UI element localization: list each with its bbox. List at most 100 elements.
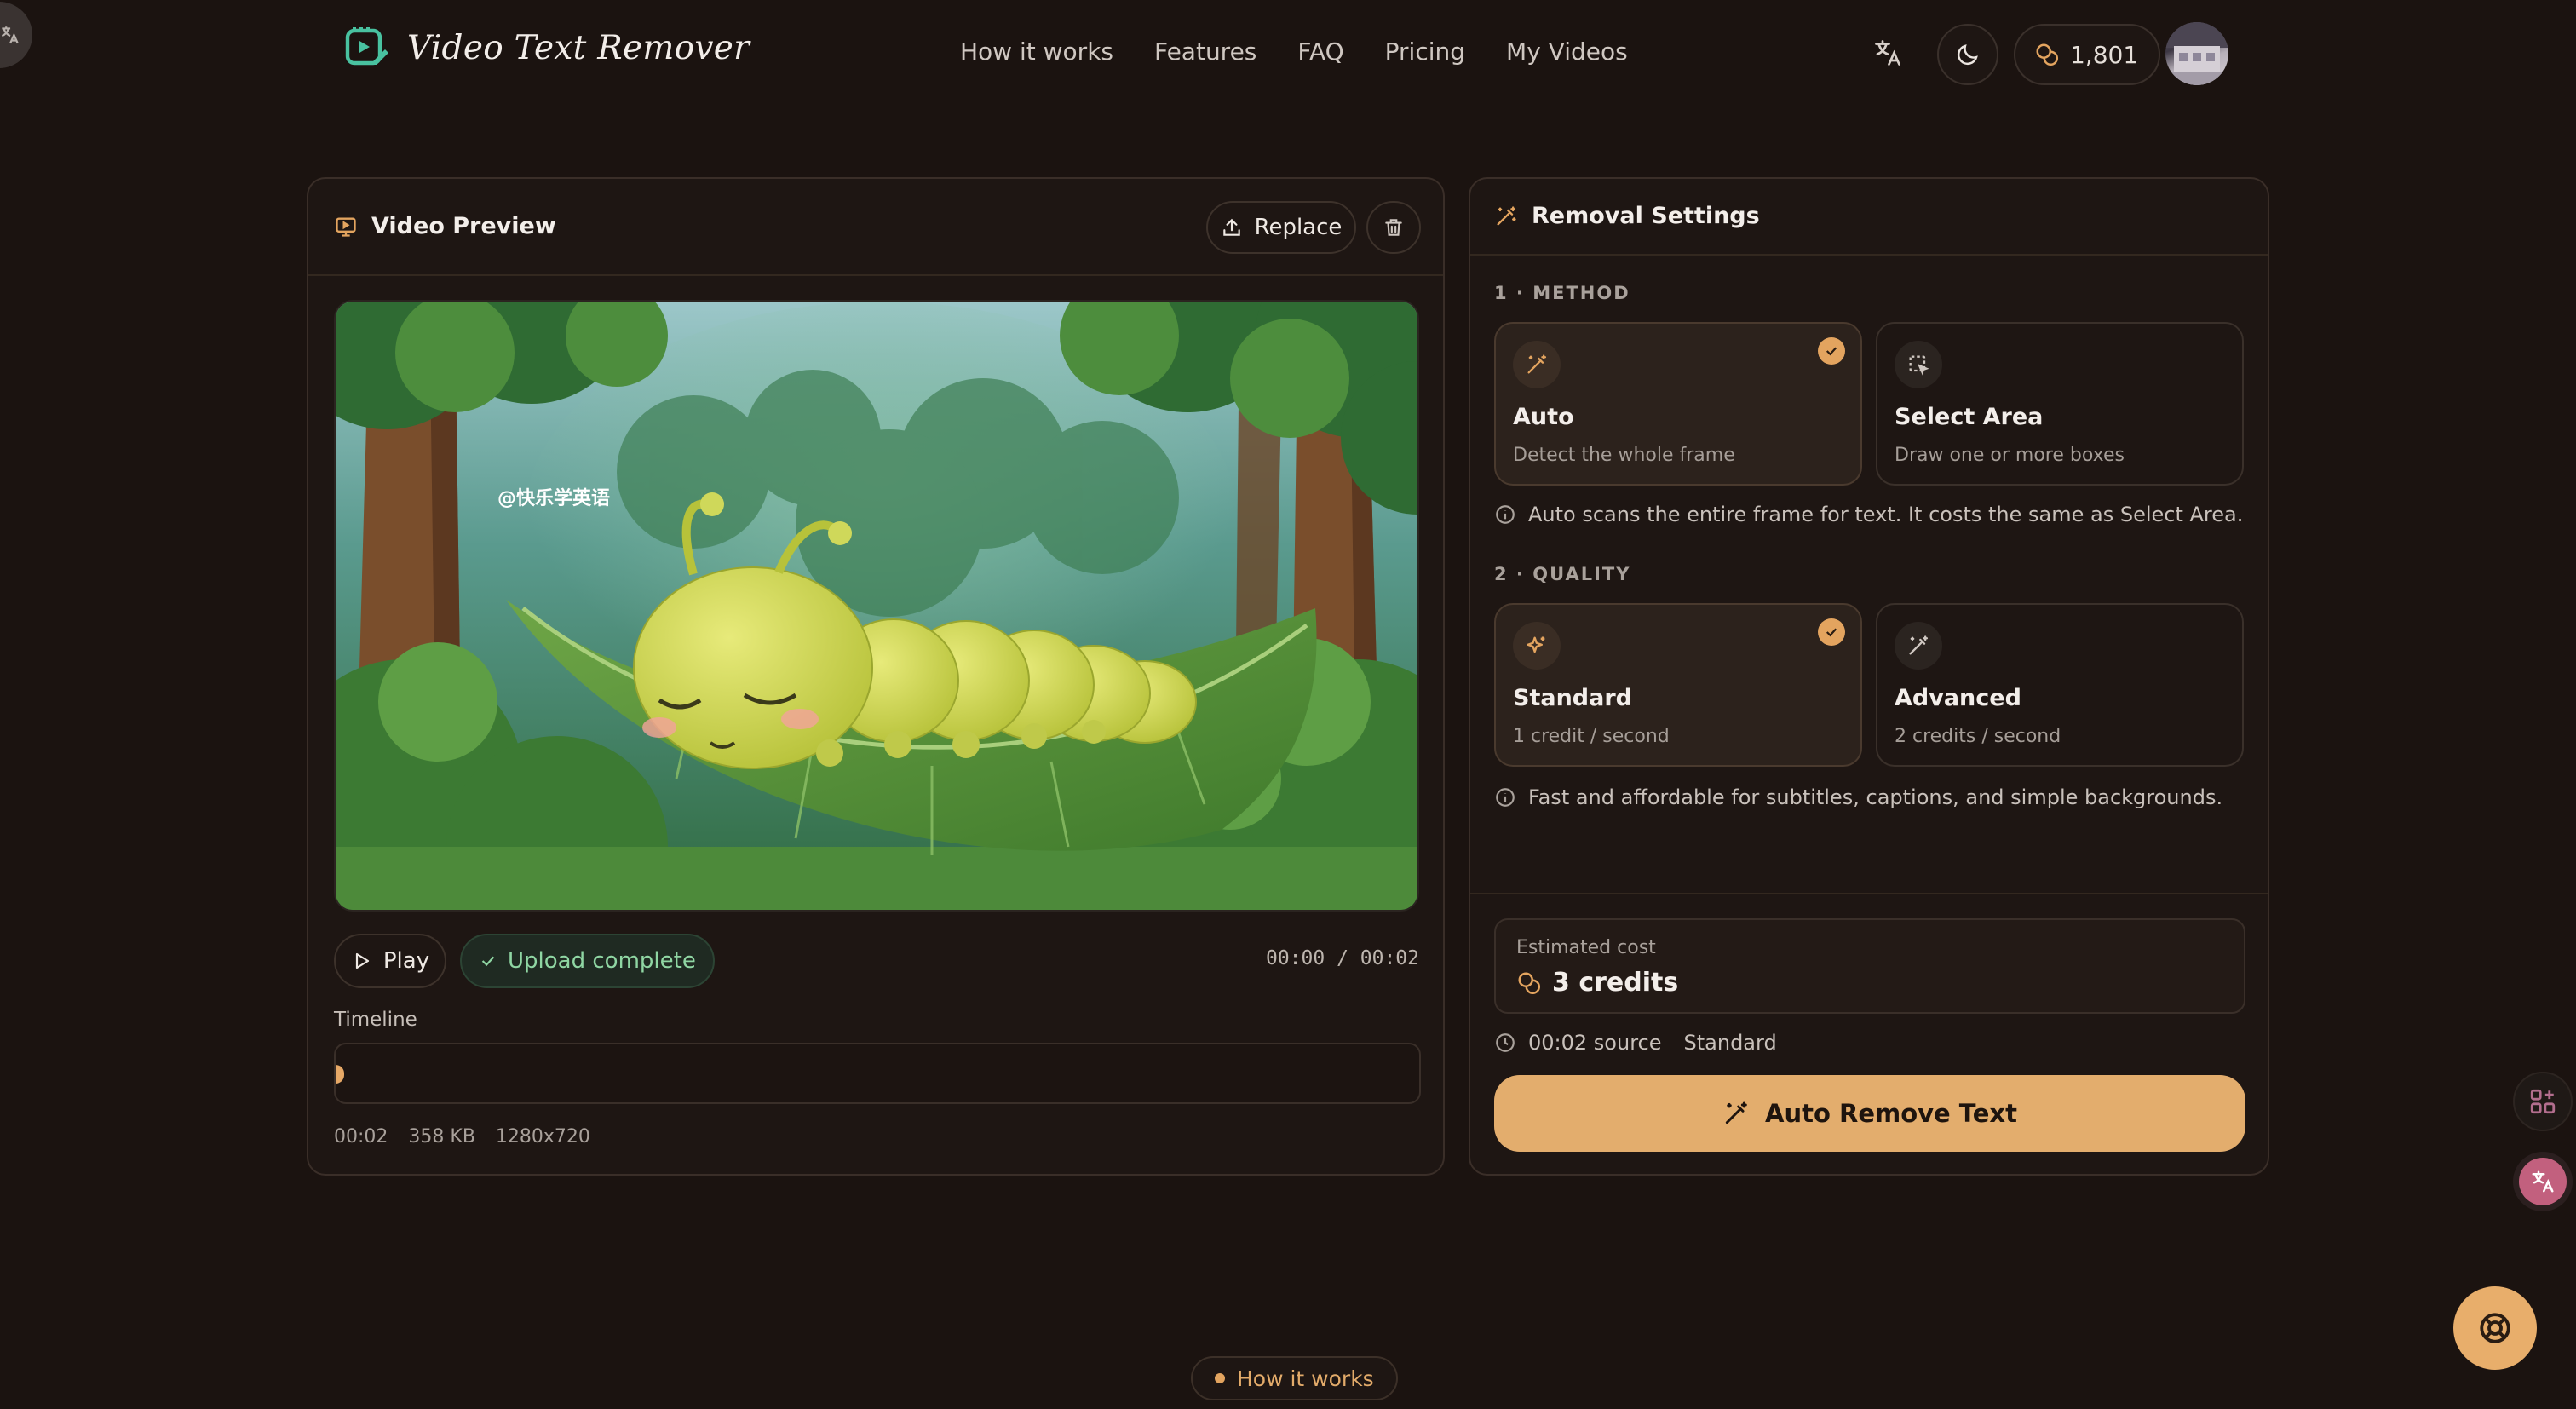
replace-button[interactable]: Replace <box>1206 201 1356 254</box>
translate-icon <box>1 26 19 44</box>
quality-option-standard[interactable]: Standard 1 credit / second <box>1494 603 1862 767</box>
language-button[interactable] <box>1872 37 1903 72</box>
play-icon <box>355 952 369 969</box>
how-it-works-pill[interactable]: How it works <box>1191 1356 1398 1400</box>
delete-video-button[interactable] <box>1366 201 1421 254</box>
app-title: Video Text Remover <box>407 28 750 67</box>
play-label: Play <box>382 948 430 974</box>
timeline-label: Timeline <box>334 1009 417 1031</box>
translate-icon <box>2532 1170 2554 1193</box>
coins-icon <box>2036 43 2059 66</box>
quality-advanced-sub: 2 credits / second <box>1895 726 2061 747</box>
method-auto-sub: Detect the whole frame <box>1513 445 1735 466</box>
video-frame: @快乐学英语 <box>336 302 1417 910</box>
divider <box>1470 893 2268 894</box>
selected-check-icon <box>1818 337 1845 365</box>
video-watermark-text: @快乐学英语 <box>497 487 610 509</box>
nav-features[interactable]: Features <box>1154 37 1256 66</box>
divider <box>308 274 1443 276</box>
monitor-play-icon <box>336 217 356 237</box>
theme-toggle-button[interactable] <box>1937 24 1998 85</box>
video-edit-logo-icon <box>345 27 388 66</box>
info-icon <box>1496 788 1515 807</box>
upload-icon <box>1222 218 1240 236</box>
quality-standard-title: Standard <box>1513 685 1632 711</box>
cost-value: 3 credits <box>1552 968 1679 998</box>
method-option-select-area[interactable]: Select Area Draw one or more boxes <box>1876 322 2244 486</box>
method-select-area-sub: Draw one or more boxes <box>1895 445 2125 466</box>
select-area-icon <box>1895 341 1942 388</box>
source-info: 00:02 source Standard <box>1494 1031 1777 1055</box>
quality-standard-sub: 1 credit / second <box>1513 726 1670 747</box>
preview-title: Video Preview <box>371 213 556 239</box>
time-readout: 00:00 / 00:02 <box>1265 947 1419 969</box>
method-info: Auto scans the entire frame for text. It… <box>1494 503 2243 526</box>
apps-grid-icon <box>2530 1089 2556 1114</box>
quality-section-label: 2 · QUALITY <box>1494 564 1631 584</box>
clock-icon <box>1496 1033 1515 1052</box>
method-option-auto[interactable]: Auto Detect the whole frame <box>1494 322 1862 486</box>
upload-status-text: Upload complete <box>508 948 696 974</box>
moon-icon <box>1957 44 1978 66</box>
coins-icon <box>1518 972 1541 994</box>
cost-label: Estimated cost <box>1516 937 1656 958</box>
timeline-track[interactable] <box>334 1043 1421 1104</box>
lifebuoy-icon <box>2480 1313 2510 1343</box>
settings-header: Removal Settings <box>1494 203 1760 229</box>
translate-badge <box>2519 1158 2567 1205</box>
help-button[interactable] <box>2453 1286 2537 1370</box>
translate-side-button[interactable] <box>2513 1152 2573 1211</box>
corner-translate-bubble[interactable] <box>0 2 32 68</box>
upload-status-badge: Upload complete <box>460 934 715 988</box>
source-quality: Standard <box>1683 1031 1777 1055</box>
method-section-label: 1 · METHOD <box>1494 283 1630 303</box>
meta-size: 358 KB <box>408 1126 475 1147</box>
translate-icon <box>1875 40 1900 66</box>
estimated-cost-box: Estimated cost 3 credits <box>1494 918 2245 1014</box>
method-select-area-title: Select Area <box>1895 404 2044 430</box>
check-icon <box>481 956 495 967</box>
sparkles-icon <box>1513 622 1561 670</box>
method-auto-title: Auto <box>1513 404 1574 430</box>
how-it-works-pill-label: How it works <box>1237 1366 1374 1391</box>
selected-check-icon <box>1818 618 1845 646</box>
timeline-playhead[interactable] <box>336 1065 344 1084</box>
nav-pricing[interactable]: Pricing <box>1385 37 1465 66</box>
divider <box>1470 254 2268 256</box>
nav-faq[interactable]: FAQ <box>1297 37 1343 66</box>
replace-label: Replace <box>1254 215 1343 240</box>
quality-advanced-title: Advanced <box>1895 685 2021 711</box>
magic-wand-icon <box>1513 341 1561 388</box>
meta-resolution: 1280x720 <box>495 1126 590 1147</box>
magic-wand-icon <box>1895 622 1942 670</box>
play-button[interactable]: Play <box>334 934 446 988</box>
avatar[interactable] <box>2165 22 2228 85</box>
apps-grid-button[interactable] <box>2513 1072 2573 1131</box>
quality-option-advanced[interactable]: Advanced 2 credits / second <box>1876 603 2244 767</box>
meta-duration: 00:02 <box>334 1126 388 1147</box>
status-dot <box>1215 1373 1225 1383</box>
magic-wand-icon <box>1497 205 1516 225</box>
auto-remove-text-button[interactable]: Auto Remove Text <box>1494 1075 2245 1152</box>
avatar-image <box>2165 22 2228 85</box>
cta-label: Auto Remove Text <box>1765 1099 2017 1128</box>
cost-value-row: 3 credits <box>1516 968 1678 998</box>
app-logo[interactable]: Video Text Remover <box>344 26 750 70</box>
video-meta: 00:02 358 KB 1280x720 <box>334 1126 590 1147</box>
trash-icon <box>1385 219 1402 236</box>
credits-badge[interactable]: 1,801 <box>2014 24 2161 85</box>
nav-how-it-works[interactable]: How it works <box>960 37 1113 66</box>
quality-info: Fast and affordable for subtitles, capti… <box>1494 785 2222 809</box>
quality-info-text: Fast and affordable for subtitles, capti… <box>1528 785 2223 809</box>
info-icon <box>1496 505 1515 524</box>
credits-count: 1,801 <box>2070 40 2139 69</box>
method-info-text: Auto scans the entire frame for text. It… <box>1528 503 2244 526</box>
removal-settings-panel: Removal Settings 1 · METHOD Auto Detect … <box>1469 177 2269 1176</box>
main-nav: How it works Features FAQ Pricing My Vid… <box>960 37 1628 66</box>
nav-my-videos[interactable]: My Videos <box>1506 37 1628 66</box>
magic-wand-icon <box>1725 1101 1747 1124</box>
video-player[interactable]: @快乐学英语 <box>334 300 1419 912</box>
video-preview-panel: Video Preview Replace @快乐学英语 Play Upload… <box>307 177 1445 1176</box>
preview-header: Video Preview <box>334 213 556 239</box>
settings-title: Removal Settings <box>1532 203 1760 229</box>
